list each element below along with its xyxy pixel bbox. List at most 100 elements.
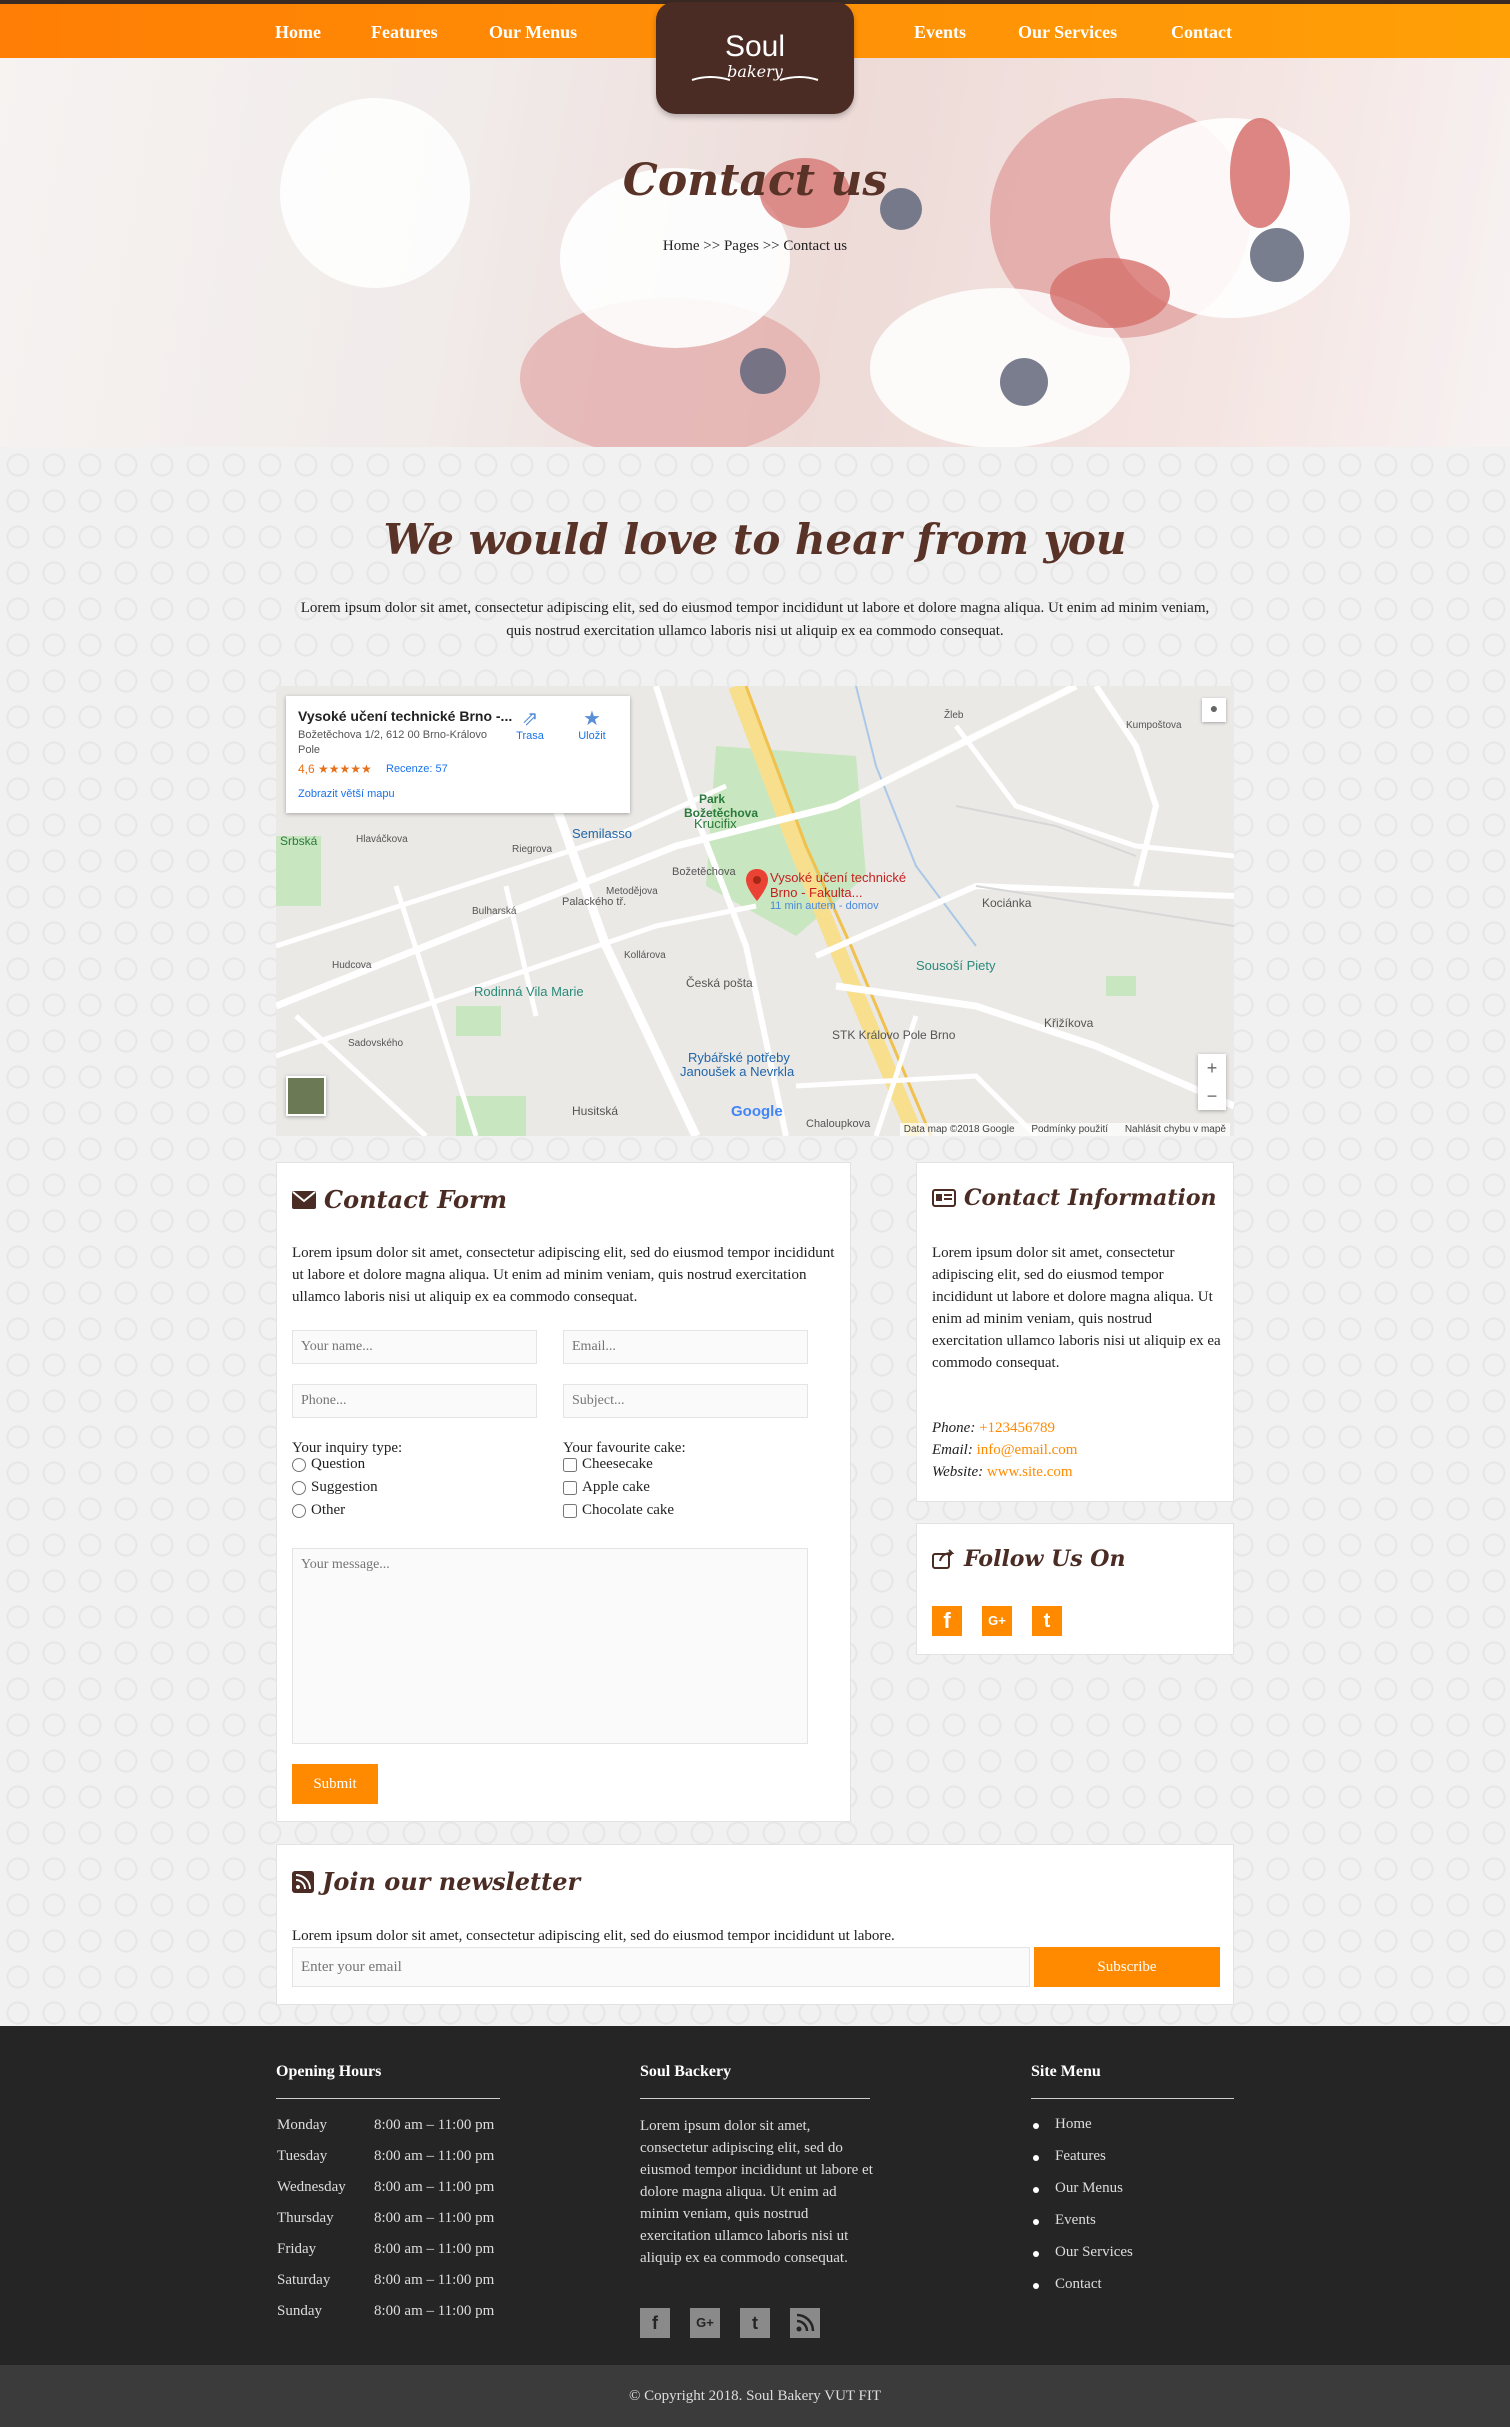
nav-our-menus[interactable]: Our Menus xyxy=(489,22,577,43)
footer-menu-home[interactable]: Home xyxy=(1033,2116,1092,2133)
map-pin-label-line1: Vysoké učení technické xyxy=(770,870,907,885)
map-place-address: Božetěchova 1/2, 612 00 Brno-Královo Pol… xyxy=(298,729,487,756)
map-place-reviews[interactable]: Recenze: 57 xyxy=(386,763,448,775)
map-save-label: Uložit xyxy=(578,730,606,742)
map-street-bulharska: Bulharská xyxy=(472,906,517,917)
star-icon: ★ xyxy=(583,708,601,730)
google-plus-icon[interactable]: G+ xyxy=(982,1606,1012,1636)
envelope-icon xyxy=(292,1190,316,1209)
cake-option-apple[interactable]: Apple cake xyxy=(563,1479,650,1496)
map-place-title: Vysoké učení technické Brno -... xyxy=(298,708,513,724)
map-directions-button[interactable]: ⇗ Trasa xyxy=(500,708,560,742)
inquiry-radio-suggestion[interactable] xyxy=(292,1480,306,1495)
hours-time: 8:00 am – 11:00 pm xyxy=(374,2179,495,2195)
hours-time: 8:00 am – 11:00 pm xyxy=(374,2148,495,2164)
follow-us-title-text: Follow Us On xyxy=(964,1546,1126,1572)
footer-menu-our-services[interactable]: Our Services xyxy=(1033,2244,1133,2261)
hours-time: 8:00 am – 11:00 pm xyxy=(374,2303,495,2319)
phone-link[interactable]: +123456789 xyxy=(979,1420,1055,1436)
nav-events[interactable]: Events xyxy=(914,22,966,43)
name-input[interactable] xyxy=(292,1330,537,1364)
footer-menu-events[interactable]: Events xyxy=(1033,2212,1096,2229)
map-bigger-map-link[interactable]: Zobrazit větší mapu xyxy=(298,788,395,800)
message-textarea[interactable] xyxy=(292,1548,808,1744)
footer-menu-contact[interactable]: Contact xyxy=(1033,2276,1102,2293)
hours-day: Monday xyxy=(277,2117,327,2133)
map-pin-icon[interactable] xyxy=(746,869,768,901)
footer-facebook-icon[interactable]: f xyxy=(640,2308,670,2338)
inquiry-option-suggestion[interactable]: Suggestion xyxy=(292,1479,378,1496)
about-text: Lorem ipsum dolor sit amet, consectetur … xyxy=(640,2118,873,2266)
map-pin-sublabel: 11 min autem - domov xyxy=(770,900,879,912)
street-view-pegman-icon[interactable]: ● xyxy=(1202,698,1226,722)
map-footer-report[interactable]: Nahlásit chybu v mapě xyxy=(1125,1124,1226,1135)
hours-day: Wednesday xyxy=(277,2179,346,2195)
inquiry-option-label: Suggestion xyxy=(311,1479,378,1495)
site-logo[interactable]: Soul bakery xyxy=(656,2,854,114)
map-street-kumpostova: Kumpoštova xyxy=(1126,720,1182,731)
nav-contact[interactable]: Contact xyxy=(1171,22,1232,43)
cake-checkbox-chocolate[interactable] xyxy=(563,1503,577,1518)
cake-option-chocolate[interactable]: Chocolate cake xyxy=(563,1502,674,1519)
inquiry-option-label: Question xyxy=(311,1456,366,1472)
subscribe-button[interactable]: Subscribe xyxy=(1034,1947,1220,1987)
phone-input[interactable] xyxy=(292,1384,537,1418)
facebook-icon[interactable]: f xyxy=(932,1606,962,1636)
map-street-zleb: Žleb xyxy=(944,710,964,721)
google-map[interactable]: Park Božetěchova Semilasso Krucifix Srbs… xyxy=(276,686,1234,1136)
map-poi-rodinna-vila: Rodinná Vila Marie xyxy=(474,984,584,999)
subject-input[interactable] xyxy=(563,1384,808,1418)
zoom-out-button[interactable]: − xyxy=(1198,1082,1226,1110)
nav-features[interactable]: Features xyxy=(371,22,438,43)
footer-rss-icon[interactable] xyxy=(790,2308,820,2338)
hours-day: Tuesday xyxy=(277,2148,328,2164)
opening-hours-title: Opening Hours xyxy=(276,2063,382,2080)
hours-day: Thursday xyxy=(277,2210,334,2226)
email-input[interactable] xyxy=(563,1330,808,1364)
submit-button[interactable]: Submit xyxy=(292,1764,378,1804)
google-logo: Google xyxy=(731,1103,783,1120)
footer-menu-our-menus[interactable]: Our Menus xyxy=(1033,2180,1123,2197)
contact-form-panel: Contact Form Lorem ipsum dolor sit amet,… xyxy=(276,1162,851,1822)
section-intro: Lorem ipsum dolor sit amet, consectetur … xyxy=(300,600,1210,639)
cake-checkbox-cheesecake[interactable] xyxy=(563,1457,577,1472)
footer-google-plus-icon[interactable]: G+ xyxy=(690,2308,720,2338)
footer-divider xyxy=(1031,2098,1234,2099)
map-poi-rybarske-2: Janoušek a Nevrkla xyxy=(680,1064,795,1079)
hours-day: Saturday xyxy=(277,2272,331,2288)
map-place-card: Vysoké učení technické Brno -... Božetěc… xyxy=(286,696,630,813)
map-street-metodejova: Metodějova xyxy=(606,886,658,897)
map-save-button[interactable]: ★ Uložit xyxy=(562,708,622,742)
satellite-view-toggle[interactable] xyxy=(286,1076,326,1116)
inquiry-radio-question[interactable] xyxy=(292,1457,306,1472)
cake-option-label: Chocolate cake xyxy=(582,1502,675,1518)
footer-menu-features[interactable]: Features xyxy=(1033,2148,1106,2165)
website-link[interactable]: www.site.com xyxy=(987,1464,1073,1480)
id-card-icon xyxy=(932,1189,956,1207)
inquiry-option-other[interactable]: Other xyxy=(292,1502,345,1519)
inquiry-option-question[interactable]: Question xyxy=(292,1456,365,1473)
inquiry-radio-other[interactable] xyxy=(292,1503,306,1518)
cake-option-cheesecake[interactable]: Cheesecake xyxy=(563,1456,653,1473)
rss-icon xyxy=(292,1870,314,1893)
map-footer-terms[interactable]: Podmínky použití xyxy=(1031,1124,1108,1135)
map-label-srbska: Srbská xyxy=(280,834,318,848)
breadcrumb: Home >> Pages >> Contact us xyxy=(662,238,848,254)
nav-our-services[interactable]: Our Services xyxy=(1018,22,1117,43)
twitter-icon[interactable]: t xyxy=(1032,1606,1062,1636)
copyright: © Copyright 2018. Soul Bakery VUT FIT xyxy=(0,2365,1510,2427)
newsletter-email-input[interactable] xyxy=(292,1947,1030,1987)
cake-checkbox-apple[interactable] xyxy=(563,1480,577,1495)
logo-swirl-icon xyxy=(691,76,819,81)
zoom-in-button[interactable]: + xyxy=(1198,1054,1226,1082)
footer-twitter-icon[interactable]: t xyxy=(740,2308,770,2338)
email-link[interactable]: info@email.com xyxy=(977,1442,1078,1458)
footer-divider xyxy=(640,2098,870,2099)
map-poi-krucifix: Krucifix xyxy=(694,816,737,831)
cake-option-label: Apple cake xyxy=(582,1479,650,1495)
map-place-rating: 4,6 ★★★★★ xyxy=(298,762,372,776)
nav-home[interactable]: Home xyxy=(275,22,321,43)
contact-website-line: Website: www.site.com xyxy=(932,1464,1073,1481)
site-menu-title: Site Menu xyxy=(1031,2063,1101,2080)
newsletter-text: Lorem ipsum dolor sit amet, consectetur … xyxy=(292,1928,895,1944)
